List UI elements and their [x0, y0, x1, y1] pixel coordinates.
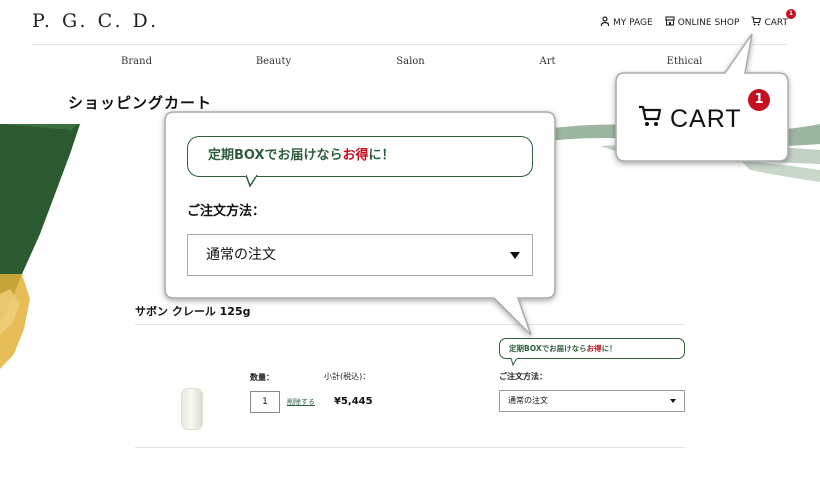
header-divider: [32, 44, 788, 45]
util-my-page-label: MY PAGE: [613, 17, 653, 28]
subtotal-value: ¥5,445: [334, 396, 373, 407]
zoom-promo-speech-bubble: 定期BOXでお届けならお得に！: [187, 136, 533, 177]
promo-text-highlight: お得: [586, 344, 602, 353]
product-name: サボン クレール 125g: [135, 305, 251, 318]
order-method-select[interactable]: 通常の注文: [499, 390, 685, 412]
cart-count-badge: 1: [786, 9, 796, 19]
person-icon: [600, 16, 610, 29]
quantity-input[interactable]: 1: [250, 391, 280, 413]
product-divider-bottom: [135, 447, 685, 448]
nav-item-brand[interactable]: Brand: [68, 56, 205, 67]
nav-item-salon[interactable]: Salon: [342, 56, 479, 67]
page-title: ショッピングカート: [68, 94, 213, 112]
order-method-label: ご注文方法：: [499, 372, 547, 381]
util-my-page[interactable]: MY PAGE: [600, 16, 653, 29]
zoom-promo-text-highlight: お得: [342, 148, 369, 163]
util-cart-label: CART: [764, 17, 788, 28]
zoom-promo-text-post: に！: [368, 148, 395, 163]
utility-nav: MY PAGE ONLINE SHOP CART 1: [600, 9, 796, 29]
zoom-cart-badge: 1: [748, 89, 770, 111]
brush-decoration-left: [0, 124, 80, 369]
promo-bubble-tail: [511, 358, 518, 366]
zoom-cart-icon: [638, 104, 662, 135]
promo-speech-bubble: 定期BOXでお届けならお得に！: [499, 338, 685, 359]
zoom-promo-bubble-tail: [246, 175, 258, 187]
order-method-value: 通常の注文: [508, 396, 548, 405]
zoom-order-method-value: 通常の注文: [206, 247, 276, 263]
util-cart[interactable]: CART 1: [751, 9, 796, 29]
delete-link[interactable]: 削除する: [287, 397, 315, 407]
util-online-shop-label: ONLINE SHOP: [677, 17, 740, 28]
zoom-order-method-label: ご注文方法：: [187, 204, 266, 219]
shop-icon: [665, 16, 675, 29]
zoom-cart[interactable]: CART: [638, 104, 742, 135]
nav-item-ethical[interactable]: Ethical: [616, 56, 753, 67]
zoom-cart-label: CART: [670, 105, 742, 133]
nav-item-beauty[interactable]: Beauty: [205, 56, 342, 67]
caret-down-icon: [670, 399, 676, 403]
promo-text-pre: 定期BOXでお届けなら: [509, 344, 587, 353]
zoom-caret-down-icon: [510, 252, 520, 259]
cart-icon: [751, 16, 762, 29]
subtotal-label: 小計(税込)：: [324, 372, 371, 381]
util-online-shop[interactable]: ONLINE SHOP: [665, 16, 740, 29]
nav-item-art[interactable]: Art: [479, 56, 616, 67]
global-nav: Brand Beauty Salon Art Ethical: [68, 56, 753, 67]
quantity-label: 数量：: [250, 373, 274, 382]
product-image[interactable]: [181, 388, 203, 430]
zoom-order-method-select[interactable]: 通常の注文: [187, 234, 533, 276]
zoom-promo-text-pre: 定期BOXでお届けなら: [208, 148, 343, 163]
product-divider-top: [135, 324, 685, 325]
site-logo[interactable]: P. G. C. D.: [32, 10, 159, 32]
promo-text-post: に！: [601, 344, 617, 353]
